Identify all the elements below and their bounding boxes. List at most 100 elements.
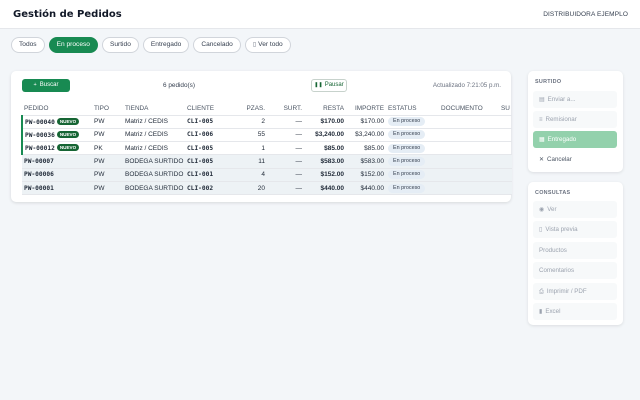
type-cell: PW (92, 115, 123, 129)
cancel-order-button[interactable]: ✕ Cancelar (533, 151, 617, 168)
tab-todos[interactable]: Todos (11, 37, 45, 53)
column-header[interactable]: TIENDA (123, 103, 185, 116)
store-cell: Matriz / CEDIS (123, 141, 185, 156)
remaining-cell: $440.00 (304, 181, 346, 196)
comments-button[interactable]: Comentarios (533, 262, 617, 279)
column-header[interactable]: IMPORTE (346, 103, 386, 116)
pieces-cell: 20 (233, 181, 267, 196)
column-header[interactable]: ESTATUS (386, 103, 439, 116)
order-id: PW-00007 (24, 158, 54, 166)
entregado-button[interactable]: ▦ Entregado (533, 131, 617, 148)
surtido-cell: — (267, 141, 304, 156)
table-row[interactable]: PW-00006 PW BODEGA SURTIDO CLI-001 4— $152.00… (22, 168, 512, 182)
orders-toolbar: + Buscar 6 pedido(s) ❚❚ Pausar Actualizado… (11, 71, 511, 99)
status-badge: En proceso (388, 183, 426, 193)
tab-ver-todo[interactable]: ▯ Ver todo (244, 37, 291, 53)
table-row[interactable]: PW-00040 NUEVO PW Matriz / CEDIS CLI-005 2— $1… (21, 115, 512, 129)
status-badge: En proceso (388, 170, 426, 180)
remaining-cell: $170.00 (304, 115, 346, 129)
status-cell: En proceso (386, 115, 439, 129)
document-cell (439, 115, 499, 129)
client-cell: CLI-005 (185, 154, 233, 169)
remisionar-button[interactable]: ≡ Remisionar (533, 111, 617, 128)
store-cell: BODEGA SURTIDO (123, 168, 185, 182)
print-pdf-button[interactable]: ⎙ Imprimir / PDF (533, 283, 617, 300)
close-icon: ✕ (539, 157, 545, 163)
type-cell: PW (92, 181, 123, 196)
consultas-panel: CONSULTAS ◉ Ver ▯ Vista previa Productos C… (528, 182, 623, 325)
pieces-cell: 4 (233, 168, 267, 182)
column-header[interactable]: PZAS. (233, 103, 267, 116)
list-icon: ≡ (539, 117, 543, 123)
type-cell: PW (92, 168, 123, 182)
page-title: Gestión de Pedidos (13, 9, 122, 20)
search-button[interactable]: + Buscar (22, 79, 70, 92)
client-cell: CLI-005 (185, 141, 233, 156)
surtido-cell: — (267, 154, 304, 169)
status-badge: En proceso (388, 143, 426, 153)
send-to-button[interactable]: ▤ Enviar a... (533, 91, 617, 108)
status-filter-tabs: Todos En proceso Surtido Entregado Cance… (11, 37, 291, 54)
column-header[interactable]: SURT. (267, 103, 304, 116)
status-cell: En proceso (386, 168, 439, 182)
status-cell: En proceso (386, 141, 439, 156)
order-id-cell: PW-00006 (22, 168, 92, 182)
column-header[interactable]: RESTA (304, 103, 346, 116)
order-count: 6 pedido(s) (163, 82, 195, 89)
remaining-cell: $3,240.00 (304, 128, 346, 143)
order-id-cell: PW-00007 (22, 154, 92, 169)
preview-button[interactable]: ▯ Vista previa (533, 221, 617, 238)
products-button[interactable]: Productos (533, 242, 617, 259)
status-badge: En proceso (388, 157, 426, 167)
table-header-row: PEDIDO TIPO TIENDA CLIENTE PZAS. SURT. R… (22, 103, 512, 116)
table-row[interactable]: PW-00012 NUEVO PK Matriz / CEDIS CLI-005 1— $8… (21, 141, 512, 156)
table-row[interactable]: PW-00001 PW BODEGA SURTIDO CLI-002 20— $440.0… (22, 181, 512, 196)
remaining-cell: $152.00 (304, 168, 346, 182)
client-cell: CLI-005 (185, 115, 233, 129)
amount-cell: $85.00 (346, 141, 386, 156)
column-header[interactable]: CLIENTE (185, 103, 233, 116)
pause-button[interactable]: ❚❚ Pausar (311, 79, 347, 92)
plus-icon: + (33, 82, 37, 88)
client-cell: CLI-002 (185, 181, 233, 196)
table-row[interactable]: PW-00036 NUEVO PW Matriz / CEDIS CLI-006 55— $… (21, 128, 512, 143)
pieces-cell: 1 (233, 141, 267, 156)
order-id: PW-00012 (25, 145, 55, 153)
surtido-cell: — (267, 128, 304, 143)
document-cell (439, 168, 499, 182)
extra-cell (499, 181, 512, 196)
extra-cell (499, 115, 512, 129)
tab-cancelado[interactable]: Cancelado (193, 37, 241, 53)
orders-table: PEDIDO TIPO TIENDA CLIENTE PZAS. SURT. R… (21, 103, 512, 196)
table-row[interactable]: PW-00007 PW BODEGA SURTIDO CLI-005 11— $583.0… (22, 154, 512, 169)
last-updated: Actualizado 7:21:05 p.m. (432, 82, 501, 89)
store-cell: Matriz / CEDIS (123, 115, 185, 129)
pause-icon: ❚❚ (314, 82, 323, 88)
tab-surtido[interactable]: Surtido (101, 37, 139, 53)
order-id: PW-00001 (24, 184, 54, 192)
view-button[interactable]: ◉ Ver (533, 201, 617, 218)
amount-cell: $3,240.00 (346, 128, 386, 143)
excel-button[interactable]: ▮ Excel (533, 303, 617, 320)
tab-en-proceso[interactable]: En proceso (48, 37, 98, 53)
document-icon: ▯ (252, 42, 257, 48)
column-header[interactable]: PEDIDO (22, 103, 92, 116)
tab-entregado[interactable]: Entregado (142, 37, 190, 53)
document-icon: ▯ (539, 227, 543, 233)
store-cell: Matriz / CEDIS (123, 128, 185, 143)
document-cell (439, 128, 499, 143)
column-header[interactable]: SU E (499, 103, 512, 116)
pieces-cell: 2 (233, 115, 267, 129)
amount-cell: $583.00 (346, 154, 386, 169)
eye-icon: ◉ (539, 207, 545, 213)
order-id: PW-00006 (24, 171, 54, 179)
amount-cell: $170.00 (346, 115, 386, 129)
app-header: Gestión de Pedidos DISTRIBUIDORA EJEMPLO (0, 0, 640, 29)
column-header[interactable]: DOCUMENTO (439, 103, 499, 116)
store-cell: BODEGA SURTIDO (123, 154, 185, 169)
order-id-cell: PW-00036 NUEVO (21, 128, 92, 143)
client-cell: CLI-001 (185, 168, 233, 182)
column-header[interactable]: TIPO (92, 103, 123, 116)
status-cell: En proceso (386, 181, 439, 196)
printer-icon: ⎙ (539, 289, 544, 295)
